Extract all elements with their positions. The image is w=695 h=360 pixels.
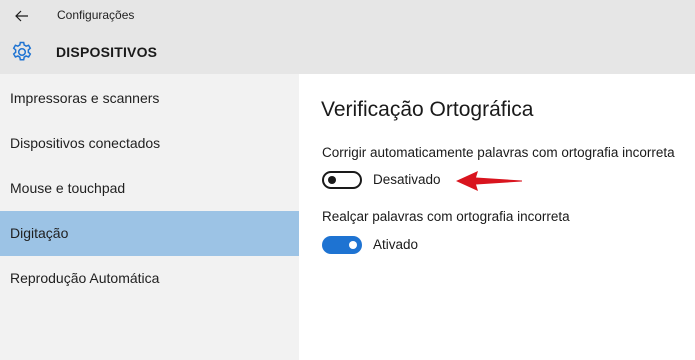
- sidebar-item-mouse[interactable]: Mouse e touchpad: [0, 166, 299, 211]
- title-bar: Configurações: [0, 0, 695, 32]
- red-arrow-icon: [456, 171, 522, 191]
- sidebar-item-reproducao[interactable]: Reprodução Automática: [0, 256, 299, 301]
- back-arrow-icon: [15, 10, 28, 22]
- sidebar-item-label: Dispositivos conectados: [10, 135, 161, 151]
- sidebar: Impressoras e scanners Dispositivos cone…: [0, 74, 299, 360]
- page-header: DISPOSITIVOS: [0, 32, 695, 74]
- sidebar-item-label: Impressoras e scanners: [10, 90, 160, 106]
- sidebar-item-label: Reprodução Automática: [10, 270, 160, 286]
- page-title: DISPOSITIVOS: [56, 44, 158, 60]
- autocorrect-label: Corrigir automaticamente palavras com or…: [322, 145, 675, 160]
- toggle-knob: [328, 176, 336, 184]
- section-title: Verificação Ortográfica: [321, 98, 534, 121]
- toggle-knob: [349, 241, 357, 249]
- main-content: Verificação Ortográfica Corrigir automat…: [299, 74, 695, 360]
- sidebar-item-dispositivos-conectados[interactable]: Dispositivos conectados: [0, 121, 299, 166]
- app-title: Configurações: [57, 8, 135, 22]
- back-button[interactable]: [8, 4, 36, 28]
- gear-icon: [12, 41, 32, 61]
- highlight-state: Ativado: [373, 237, 419, 252]
- settings-window: Configurações DISPOSITIVOS Impressoras e…: [0, 0, 695, 360]
- autocorrect-state: Desativado: [373, 172, 441, 187]
- autocorrect-toggle[interactable]: [322, 171, 362, 189]
- highlight-toggle[interactable]: [322, 236, 362, 254]
- sidebar-item-label: Mouse e touchpad: [10, 180, 126, 196]
- sidebar-item-label: Digitação: [10, 225, 69, 241]
- highlight-label: Realçar palavras com ortografia incorret…: [322, 209, 570, 224]
- sidebar-item-digitacao[interactable]: Digitação: [0, 211, 299, 256]
- sidebar-item-impressoras[interactable]: Impressoras e scanners: [0, 76, 299, 121]
